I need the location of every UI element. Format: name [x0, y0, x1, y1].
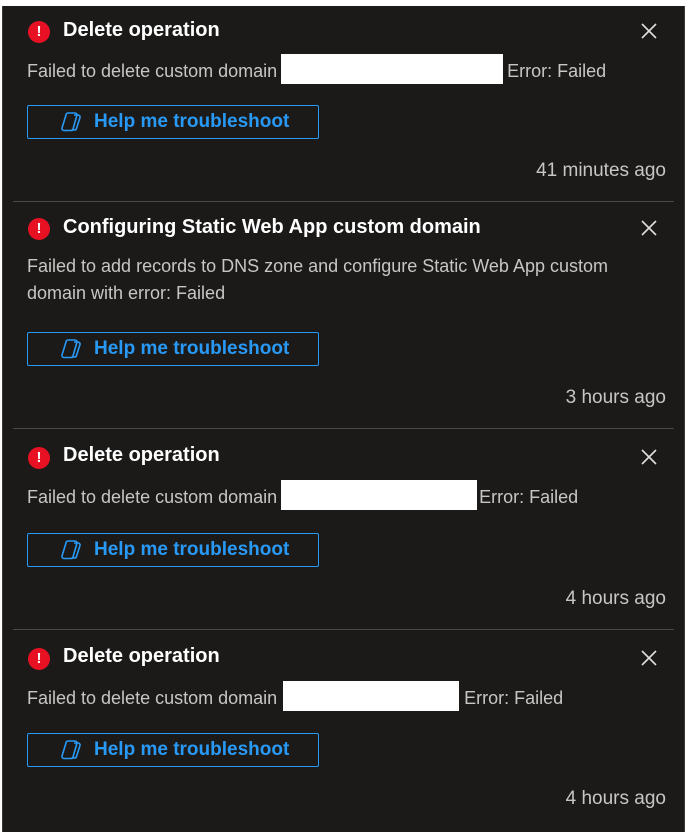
notification-card: ! Configuring Static Web App custom doma…	[13, 202, 674, 429]
help-button-label: Help me troubleshoot	[94, 539, 290, 560]
notification-title: Delete operation	[63, 645, 220, 667]
notification-card: ! Delete operation Failed to delete cust…	[13, 6, 674, 202]
notification-card: ! Delete operation Failed to delete cust…	[13, 429, 674, 630]
error-icon: !	[28, 218, 50, 240]
notification-message: Failed to delete custom domain Error: Fai…	[27, 480, 657, 511]
notification-message: Failed to add records to DNS zone and co…	[27, 256, 608, 303]
help-button-label: Help me troubleshoot	[94, 739, 290, 760]
notification-timestamp: 4 hours ago	[565, 788, 666, 809]
message-prefix: Failed to delete custom domain	[27, 61, 278, 81]
notification-title: Configuring Static Web App custom domain	[63, 216, 481, 238]
close-icon[interactable]	[639, 648, 659, 668]
message-suffix: Error: Failed	[479, 487, 579, 507]
message-prefix: Failed to delete custom domain	[27, 487, 278, 507]
copilot-icon	[61, 540, 81, 560]
notification-timestamp: 41 minutes ago	[536, 160, 666, 181]
notification-timestamp: 4 hours ago	[565, 588, 666, 609]
close-icon[interactable]	[639, 21, 659, 41]
close-icon[interactable]	[639, 218, 659, 238]
copilot-icon	[61, 112, 81, 132]
close-icon[interactable]	[639, 447, 659, 467]
help-button-label: Help me troubleshoot	[94, 111, 290, 132]
help-me-troubleshoot-button[interactable]: Help me troubleshoot	[27, 332, 319, 366]
notifications-panel: ! Delete operation Failed to delete cust…	[2, 6, 685, 832]
copilot-icon	[61, 740, 81, 760]
notification-message: Failed to delete custom domain Error: Fai…	[27, 681, 657, 712]
message-suffix: Error: Failed	[464, 688, 564, 708]
notification-title: Delete operation	[63, 19, 220, 41]
notification-timestamp: 3 hours ago	[565, 387, 666, 408]
error-icon: !	[28, 648, 50, 670]
redacted-domain	[281, 480, 478, 511]
copilot-icon	[61, 339, 81, 359]
help-me-troubleshoot-button[interactable]: Help me troubleshoot	[27, 105, 319, 139]
notification-title: Delete operation	[63, 444, 220, 466]
help-me-troubleshoot-button[interactable]: Help me troubleshoot	[27, 533, 319, 567]
notification-card: ! Delete operation Failed to delete cust…	[13, 630, 674, 832]
message-prefix: Failed to delete custom domain	[27, 688, 278, 708]
notification-message: Failed to delete custom domain Error: Fai…	[27, 54, 657, 85]
error-icon: !	[28, 21, 50, 43]
error-icon: !	[28, 447, 50, 469]
help-button-label: Help me troubleshoot	[94, 338, 290, 359]
redacted-domain	[283, 681, 460, 712]
redacted-domain	[281, 54, 504, 85]
help-me-troubleshoot-button[interactable]: Help me troubleshoot	[27, 733, 319, 767]
message-suffix: Error: Failed	[507, 61, 607, 81]
